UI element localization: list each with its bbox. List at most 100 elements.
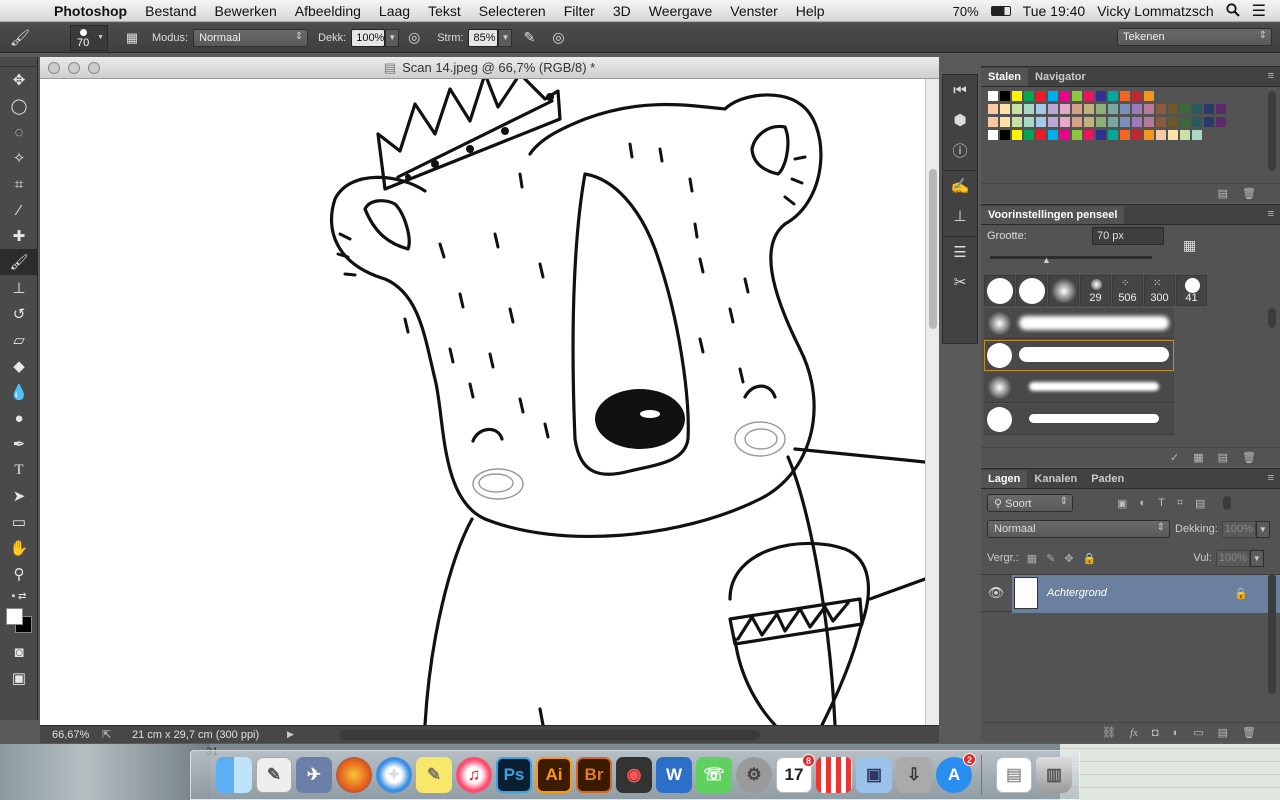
color-swatch[interactable]: [1180, 104, 1190, 114]
brush-preset-picker[interactable]: 70 ▼: [70, 24, 108, 51]
lock-position-icon[interactable]: ✥: [1064, 552, 1073, 565]
script-editor-icon[interactable]: ✈: [296, 757, 332, 793]
filter-shape-icon[interactable]: ⌗: [1177, 497, 1183, 510]
horizontal-scrollbar[interactable]: [340, 730, 760, 740]
hand-tool-icon[interactable]: ✋: [0, 535, 38, 561]
color-swatch[interactable]: [1168, 130, 1178, 140]
preview-icon[interactable]: ✎: [256, 757, 292, 793]
firefox-icon[interactable]: [336, 757, 372, 793]
pen-tool-icon[interactable]: ✒: [0, 431, 38, 457]
color-swatch[interactable]: [1132, 104, 1142, 114]
system-preferences-icon[interactable]: ⚙: [736, 757, 772, 793]
menu-help[interactable]: Help: [787, 3, 834, 19]
menu-bewerken[interactable]: Bewerken: [205, 3, 285, 19]
healing-brush-tool-icon[interactable]: ✚: [0, 223, 38, 249]
share-icon[interactable]: ⇱: [102, 728, 132, 741]
color-swatch[interactable]: [1000, 91, 1010, 101]
color-swatch[interactable]: [1036, 91, 1046, 101]
layer-name[interactable]: Achtergrond: [1047, 587, 1107, 599]
color-swatch[interactable]: [1024, 130, 1034, 140]
quick-mask-icon[interactable]: ◙: [0, 639, 38, 665]
brush-preset-506[interactable]: ⁘ 506: [1112, 275, 1143, 306]
zoom-window-button[interactable]: [88, 62, 100, 74]
word-icon[interactable]: W: [656, 757, 692, 793]
move-tool-icon[interactable]: ✥: [0, 67, 38, 93]
info-panel-icon[interactable]: ⓘ: [943, 135, 977, 165]
tools-options-panel-icon[interactable]: ✂: [943, 267, 977, 297]
brush-panel-toggle-icon[interactable]: ▦: [120, 30, 144, 46]
color-swatch[interactable]: [1060, 91, 1070, 101]
new-preset-icon[interactable]: ▤: [1218, 451, 1228, 464]
zoom-level[interactable]: 66,67%: [52, 729, 102, 741]
brush-size-slider[interactable]: [990, 256, 1152, 259]
color-swatch[interactable]: [1012, 104, 1022, 114]
color-swatch[interactable]: [1144, 104, 1154, 114]
color-swatch[interactable]: [1216, 117, 1226, 127]
finder-icon[interactable]: [216, 757, 252, 793]
lasso-tool-icon[interactable]: ◌: [0, 119, 38, 145]
brush-preset-41[interactable]: 41: [1176, 275, 1207, 306]
color-swatch[interactable]: [1132, 130, 1142, 140]
pressure-opacity-icon[interactable]: ◎: [399, 29, 429, 46]
lock-image-icon[interactable]: ✎: [1046, 552, 1055, 565]
color-swatch[interactable]: [1204, 104, 1214, 114]
layer-opacity-dropdown[interactable]: ▼: [1255, 520, 1270, 538]
color-swatch[interactable]: [1180, 130, 1190, 140]
menu-afbeelding[interactable]: Afbeelding: [286, 3, 370, 19]
flow-field[interactable]: 85%: [468, 28, 499, 47]
canvas[interactable]: [40, 79, 925, 725]
color-swatch[interactable]: [1108, 91, 1118, 101]
eyedropper-tool-icon[interactable]: ⁄: [0, 197, 38, 223]
notification-list-icon[interactable]: ☰: [1252, 1, 1266, 21]
menu-3d[interactable]: 3D: [604, 3, 640, 19]
tools-grip[interactable]: [0, 57, 37, 67]
color-swatch[interactable]: [1120, 91, 1130, 101]
brush-preset-hard-round-2[interactable]: [1016, 275, 1047, 306]
marquee-tool-icon[interactable]: ◯: [0, 93, 38, 119]
tab-lagen[interactable]: Lagen: [981, 470, 1028, 488]
menu-filter[interactable]: Filter: [555, 3, 604, 19]
color-swatch[interactable]: [1192, 104, 1202, 114]
fill-field[interactable]: 100%: [1215, 549, 1250, 567]
color-swatch[interactable]: [1084, 130, 1094, 140]
color-swatch[interactable]: [1096, 130, 1106, 140]
panel-menu-icon[interactable]: ≡: [1268, 70, 1274, 82]
workspace-select[interactable]: Tekenen: [1117, 28, 1272, 46]
tab-brush-presets[interactable]: Voorinstellingen penseel: [981, 206, 1125, 224]
app-menu[interactable]: Photoshop: [40, 3, 136, 19]
trash-icon[interactable]: 🗑: [1242, 726, 1256, 739]
dodge-tool-icon[interactable]: ●: [0, 405, 38, 431]
brush-preset-hard-round-1[interactable]: [984, 275, 1015, 306]
vertical-scrollbar[interactable]: [925, 79, 939, 725]
brush-preset-soft-round[interactable]: [1048, 275, 1079, 306]
screen-mode-icon[interactable]: ▣: [0, 665, 38, 691]
color-swatch[interactable]: [1072, 91, 1082, 101]
zoom-tool-icon[interactable]: ⚲: [0, 561, 38, 587]
panel-menu-icon[interactable]: ≡: [1268, 472, 1274, 484]
app-store-icon[interactable]: A2: [936, 753, 976, 793]
lock-transparency-icon[interactable]: ▦: [1027, 552, 1037, 565]
brush-stroke-preview-selected[interactable]: [984, 340, 1174, 371]
foreground-background-colors[interactable]: [0, 605, 38, 639]
photo-booth-icon[interactable]: ◉: [616, 757, 652, 793]
spotlight-search-icon[interactable]: [1226, 2, 1240, 20]
color-swatch[interactable]: [1132, 117, 1142, 127]
blur-tool-icon[interactable]: 💧: [0, 379, 38, 405]
color-swatch[interactable]: [1012, 130, 1022, 140]
fill-dropdown[interactable]: ▼: [1249, 549, 1264, 567]
history-brush-tool-icon[interactable]: ↺: [0, 301, 38, 327]
photoshop-icon[interactable]: Ps: [496, 757, 532, 793]
color-swatch[interactable]: [1168, 117, 1178, 127]
color-swatch[interactable]: [1132, 91, 1142, 101]
menu-venster[interactable]: Venster: [721, 3, 786, 19]
clone-source-panel-icon[interactable]: ⊥: [943, 201, 977, 231]
brush-presets-scrollbar[interactable]: [1268, 308, 1276, 328]
status-menu-arrow-icon[interactable]: ▶: [287, 729, 294, 740]
clock[interactable]: Tue 19:40: [1023, 3, 1086, 19]
filter-smart-object-icon[interactable]: ▤: [1195, 497, 1205, 510]
color-swatch[interactable]: [1048, 91, 1058, 101]
menu-selecteren[interactable]: Selecteren: [470, 3, 555, 19]
brush-size-slider-thumb[interactable]: ▲: [1042, 255, 1051, 265]
color-swatch[interactable]: [1024, 104, 1034, 114]
grid-view-icon[interactable]: ▦: [1193, 451, 1203, 464]
